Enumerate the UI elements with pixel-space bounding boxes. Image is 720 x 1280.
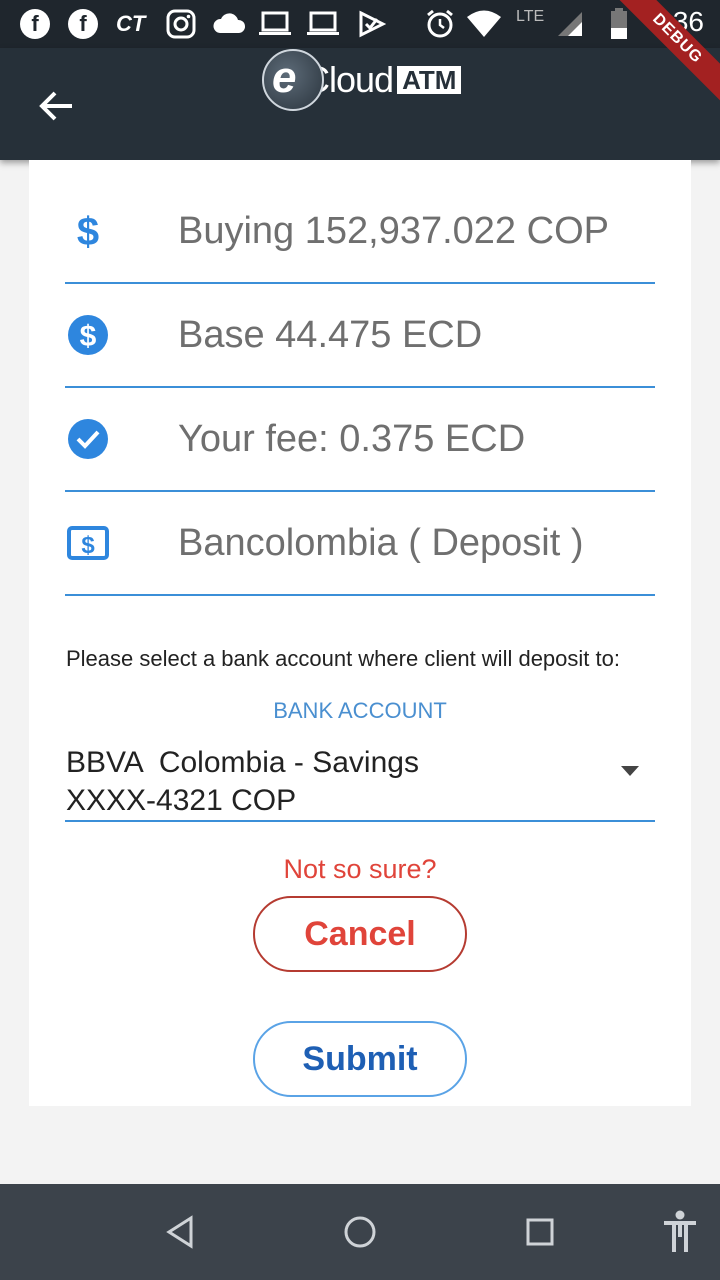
bank-note-icon: $ (65, 492, 111, 594)
cancel-button[interactable]: Cancel (253, 896, 467, 972)
signal-icon (556, 8, 584, 40)
ct-icon: CT (116, 11, 146, 36)
fee-amount: Your fee: 0.375 ECD (178, 417, 526, 460)
circle-home-icon (344, 1216, 376, 1248)
back-button[interactable] (30, 82, 82, 130)
buying-amount-row: $ Buying 152,937.022 COP (65, 180, 655, 284)
nav-home-button[interactable] (330, 1204, 390, 1260)
deposit-prompt: Please select a bank account where clien… (66, 646, 620, 671)
app-bar: e Cloud ATM (0, 48, 720, 160)
svg-text:$: $ (80, 320, 97, 353)
svg-text:$: $ (81, 532, 95, 559)
status-bar: f f CT LTE 6:36 (0, 0, 720, 48)
instagram-icon (166, 8, 196, 40)
facebook-icon: f (68, 9, 98, 39)
dollar-sign-icon: $ (65, 180, 111, 282)
lte-label: LTE (516, 8, 545, 25)
base-amount: Base 44.475 ECD (178, 313, 483, 356)
nav-back-button[interactable] (150, 1204, 210, 1260)
nav-recents-button[interactable] (510, 1204, 570, 1260)
logo-prefix: e (272, 53, 297, 102)
alarm-icon (424, 8, 456, 40)
check-circle-icon (65, 388, 111, 490)
fee-row: Your fee: 0.375 ECD (65, 388, 655, 492)
system-nav-bar (0, 1184, 720, 1280)
facebook-icon: f (20, 9, 50, 39)
bank-method-row: $ Bancolombia ( Deposit ) (65, 492, 655, 596)
buying-amount: Buying 152,937.022 COP (178, 209, 609, 252)
accessibility-button[interactable] (650, 1204, 710, 1260)
dollar-circle-icon: $ (65, 284, 111, 386)
arrow-left-icon (39, 91, 72, 121)
laptop-icon (306, 8, 340, 40)
dropdown-arrow-icon (621, 766, 639, 776)
wifi-icon (466, 8, 502, 40)
not-sure-hint: Not so sure? (283, 854, 437, 884)
bank-account-select[interactable]: BBVA Colombia - Savings XXXX-4321 COP (65, 740, 655, 822)
transaction-card: $ Buying 152,937.022 COP $ Base 44.475 E… (29, 160, 691, 1106)
laptop-icon (258, 8, 292, 40)
checkmark-icon (358, 8, 386, 40)
bank-method: Bancolombia ( Deposit ) (178, 521, 584, 564)
square-recents-icon (526, 1218, 554, 1246)
bank-account-value: BBVA Colombia - Savings XXXX-4321 COP (66, 746, 419, 817)
globe-icon: e (262, 49, 324, 111)
base-amount-row: $ Base 44.475 ECD (65, 284, 655, 388)
ecloud-atm-logo: e Cloud ATM (262, 49, 462, 111)
submit-button[interactable]: Submit (253, 1021, 467, 1097)
battery-icon (610, 8, 628, 40)
logo-badge: ATM (397, 66, 462, 94)
svg-text:$: $ (77, 210, 99, 253)
triangle-back-icon (166, 1215, 193, 1249)
cloud-sync-icon (212, 8, 246, 40)
accessibility-icon (664, 1210, 696, 1252)
bank-account-label: BANK ACCOUNT (273, 698, 447, 723)
